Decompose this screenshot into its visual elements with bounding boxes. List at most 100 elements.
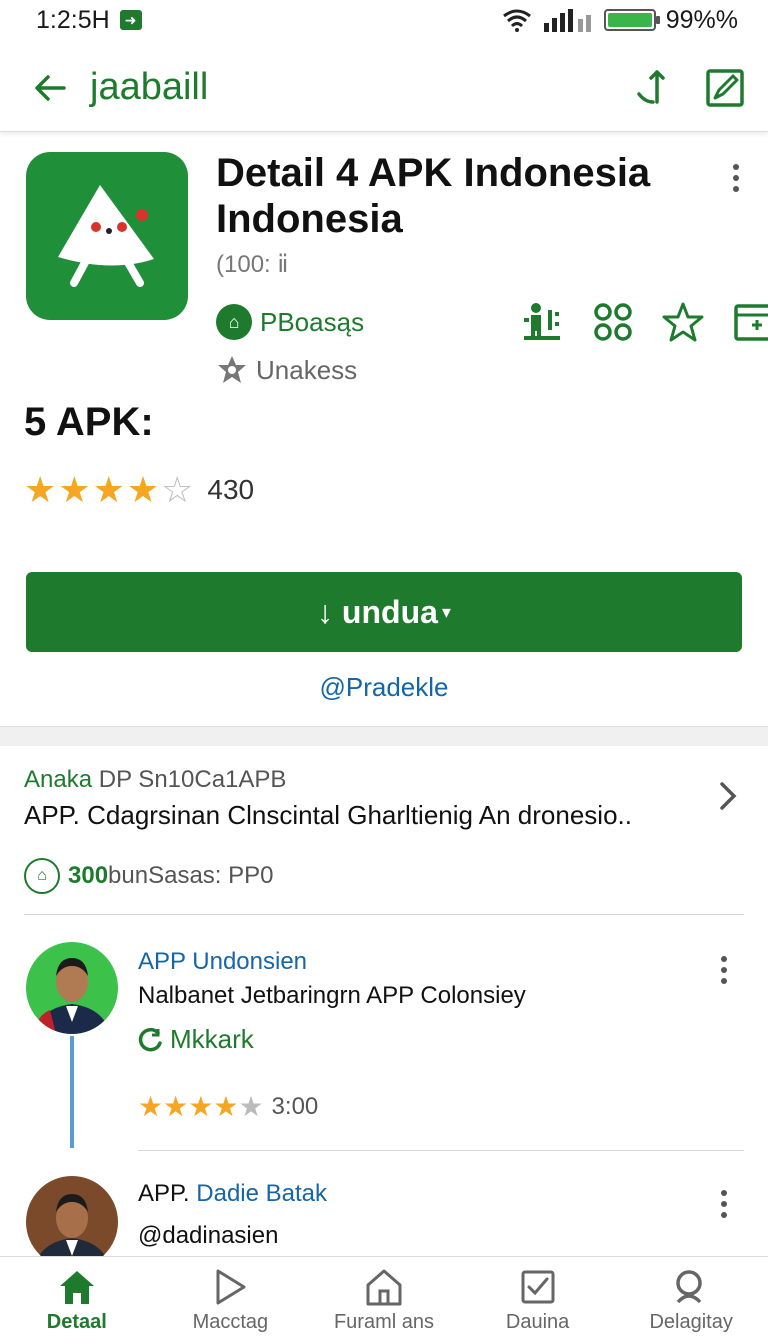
chevron-right-icon[interactable] xyxy=(712,776,744,816)
bottom-navigation: Detaal Macctag Furaml ans Dauina Delagit… xyxy=(0,1256,768,1344)
refresh-icon xyxy=(138,1027,162,1051)
review-more-button[interactable] xyxy=(712,950,736,990)
rating-stars: ★ ★ ★ ★ ☆ 430 xyxy=(24,470,254,510)
info-label: Anaka DP Sn10Ca1APB xyxy=(24,766,286,794)
nav-label: Furaml ans xyxy=(333,1311,434,1333)
nav-label: Delagitay xyxy=(649,1311,733,1333)
status-bar: 1:2:5H ➜ 99%% xyxy=(0,0,768,40)
star-icon: ★ xyxy=(163,1091,189,1122)
avatar[interactable] xyxy=(26,1176,118,1256)
app-status: Unakess xyxy=(216,354,357,386)
share-button[interactable] xyxy=(628,61,682,115)
publisher-link[interactable]: ⌂ PBoasąs xyxy=(216,304,364,340)
more-options-button[interactable] xyxy=(720,158,752,198)
info-label-primary: Anaka xyxy=(24,766,93,793)
review-tag: Mkkark xyxy=(138,1024,254,1055)
nav-play[interactable]: Macctag xyxy=(154,1257,308,1344)
more-vertical-icon xyxy=(733,164,739,192)
app-bar-title: jaabaill xyxy=(90,66,209,108)
share-icon xyxy=(637,69,665,104)
review-handle: @dadinasien xyxy=(138,1222,279,1249)
review-item: APP. Dadie Batak @dadinasien xyxy=(0,1166,768,1256)
wifi-icon xyxy=(502,9,531,32)
reviewer-name[interactable]: APP Undonsien xyxy=(138,948,307,976)
award-icon xyxy=(218,356,246,383)
dropdown-icon: ▾ xyxy=(441,601,451,622)
rating-title: 5 APK: xyxy=(24,400,154,444)
person-icon xyxy=(524,303,560,340)
publisher-name: PBoasąs xyxy=(260,306,365,337)
review-text: Nalbanet Jetbaringrn APP Colonsiey xyxy=(138,982,526,1009)
info-label-secondary: DP Sn10Ca1APB xyxy=(98,766,287,793)
play-icon xyxy=(210,1267,250,1307)
star-outline-icon xyxy=(662,302,704,342)
notification-icon: ➜ xyxy=(119,10,142,30)
nav-label: Macctag xyxy=(192,1311,269,1333)
star-icon: ★ xyxy=(188,1091,214,1122)
star-icon: ★ xyxy=(126,469,160,510)
star-icon: ★ xyxy=(213,1091,239,1122)
rating-count: 430 xyxy=(207,474,255,505)
star-icon: ★ xyxy=(92,469,125,510)
downloads-label: bunSasas: PP0 xyxy=(108,862,274,889)
nav-home-outline[interactable]: Furaml ans xyxy=(307,1257,461,1344)
search-icon xyxy=(671,1267,711,1307)
home-icon xyxy=(57,1267,97,1307)
more-vertical-icon xyxy=(721,956,727,984)
publisher-badge-icon: ⌂ xyxy=(216,304,252,340)
star-icon: ★ xyxy=(58,469,91,510)
edit-button[interactable] xyxy=(698,61,752,115)
star-half-icon: ★ xyxy=(24,469,57,510)
review-time: 3:00 xyxy=(271,1093,319,1120)
favorite-button[interactable] xyxy=(660,300,706,344)
info-description: APP. Cdagrsinan Clnscintal Gharltienig A… xyxy=(24,800,632,830)
thread-line xyxy=(70,1036,74,1148)
review-tag-label: Mkkark xyxy=(170,1024,254,1054)
more-vertical-icon xyxy=(721,1190,727,1218)
store-icon: ⌂ xyxy=(24,858,60,894)
status-time: 1:2:5H xyxy=(36,5,110,34)
developer-link[interactable]: @Pradekle xyxy=(0,672,768,703)
battery-percent: 99%% xyxy=(665,5,738,34)
nav-search[interactable]: Delagitay xyxy=(614,1257,768,1344)
avatar[interactable] xyxy=(26,942,118,1034)
divider xyxy=(138,1150,744,1151)
reviewer-name[interactable]: APP. Dadie Batak xyxy=(138,1180,327,1208)
section-divider xyxy=(0,726,768,746)
edit-icon xyxy=(706,68,744,107)
accessibility-button[interactable] xyxy=(520,300,566,344)
checklist-icon xyxy=(518,1267,558,1307)
app-title-line-1: Detail 4 APK Indonesia xyxy=(216,151,651,195)
app-bar: jaabaill xyxy=(0,44,768,132)
nav-detail[interactable]: Detaal xyxy=(0,1257,154,1344)
mascot-icon xyxy=(58,185,154,287)
app-title-line-2: Indonesia xyxy=(216,197,403,241)
app-logo xyxy=(26,152,188,320)
install-button[interactable]: ↓ undua ▾ xyxy=(26,572,742,652)
divider xyxy=(24,914,744,915)
nav-label: Detaal xyxy=(46,1311,107,1333)
app-title: Detail 4 APK Indonesia Indonesia xyxy=(216,150,686,242)
nav-checklist[interactable]: Dauina xyxy=(461,1257,615,1344)
grid-button[interactable] xyxy=(590,300,636,344)
review-stars: ★ ★ ★ ★ ★ 3:00 xyxy=(138,1092,318,1122)
review-item: APP Undonsien Nalbanet Jetbaringrn APP C… xyxy=(0,930,768,1150)
review-more-button[interactable] xyxy=(712,1184,736,1224)
nav-label: Dauina xyxy=(505,1311,570,1333)
house-outline-icon xyxy=(364,1267,404,1307)
app-info-section[interactable]: Anaka DP Sn10Ca1APB APP. Cdagrsinan Clns… xyxy=(0,746,768,914)
arrow-left-icon xyxy=(35,74,66,101)
calendar-icon xyxy=(734,304,768,341)
app-size: (100: ⅱ xyxy=(216,251,289,278)
grid-circles-icon xyxy=(594,303,632,341)
reviewer-prefix: APP. xyxy=(138,1180,197,1207)
star-outline-icon: ☆ xyxy=(161,469,194,510)
app-status-text: Unakess xyxy=(256,354,358,385)
action-toolbar xyxy=(520,300,768,344)
bookmark-button[interactable] xyxy=(730,300,768,344)
back-button[interactable] xyxy=(20,58,80,118)
star-half-icon: ★ xyxy=(238,1091,264,1122)
reviewer-name-text: Dadie Batak xyxy=(196,1180,328,1207)
downloads-count: 300 xyxy=(68,862,109,889)
downloads-info: ⌂ 300bunSasas: PP0 xyxy=(24,858,274,894)
